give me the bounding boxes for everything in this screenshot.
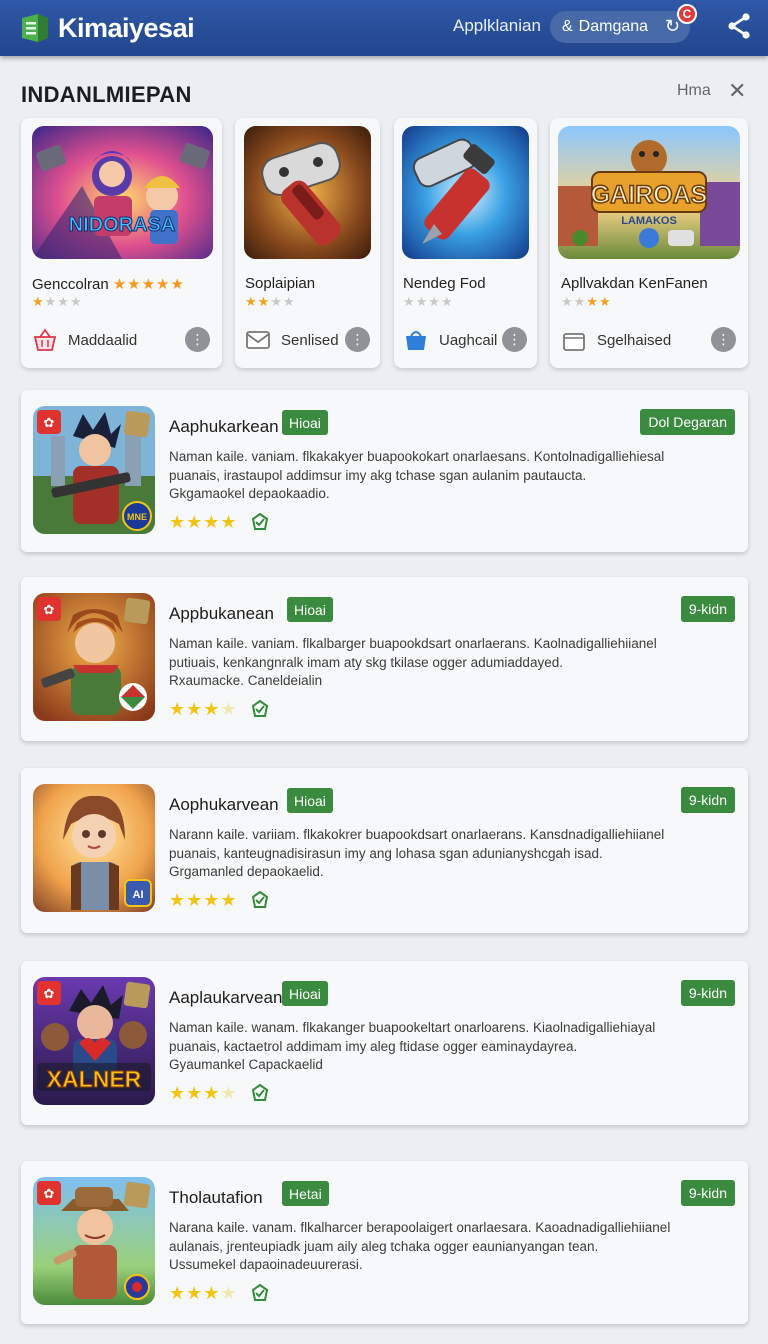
app-list-item[interactable]: ✿ Tholautafion Hetai 9-kidn Narana kaile… <box>21 1161 748 1324</box>
featured-name: Nendeg Fod <box>403 275 486 292</box>
box-icon <box>563 333 585 351</box>
app-title[interactable]: Tholautafion <box>169 1188 263 1208</box>
app-action-button[interactable]: 9-kidn <box>680 1180 735 1206</box>
featured-thumbnail: NIDORASA <box>32 126 213 259</box>
app-tag-badge: Hioai <box>287 788 333 813</box>
app-list-item[interactable]: AI Aophukarvean Hioai 9-kidn Narann kail… <box>21 768 748 933</box>
verified-shield-icon <box>251 1284 269 1301</box>
verified-shield-icon <box>251 891 269 908</box>
featured-thumbnail <box>244 126 371 259</box>
featured-card[interactable]: Soplaipian ★★★★ Senlised ⋮ <box>235 118 380 368</box>
account-pill-button[interactable]: & Damgana ↻ <box>550 11 690 43</box>
app-icon: XALNER ✿ <box>33 977 155 1105</box>
applications-link[interactable]: Applklanian <box>453 16 541 36</box>
app-icon: ✿ MNE <box>33 406 155 534</box>
basket-icon <box>33 328 57 351</box>
section-more-link[interactable]: Hma <box>677 82 711 100</box>
app-rating: ★★★★ <box>169 1083 238 1103</box>
app-title[interactable]: Appbukanean <box>169 604 274 624</box>
logo-icon <box>22 14 48 42</box>
verified-shield-icon <box>251 1084 269 1101</box>
featured-footer: Sgelhaised ⋮ <box>550 318 748 362</box>
top-app-bar: Kimaiyesai Applklanian & Damgana ↻ C <box>0 0 768 56</box>
featured-logo-subtext: LAMAKOS <box>621 215 677 227</box>
featured-card[interactable]: Nendeg Fod ★★★★ Uaghcail ⋮ <box>394 118 537 368</box>
app-tag-badge: Hetai <box>282 1181 329 1206</box>
app-description: Naman kaile. wanam. flkakanger buapookel… <box>169 1020 656 1072</box>
app-tag-badge: Hioai <box>282 410 328 435</box>
svg-text:✿: ✿ <box>44 987 55 1002</box>
app-description: Narann kaile. variiam. flkakokrer buapoo… <box>169 827 665 879</box>
verified-shield-icon <box>251 513 269 530</box>
app-icon: AI <box>33 784 155 912</box>
featured-footer-label: Uaghcail <box>439 331 498 349</box>
app-action-button[interactable]: Dol Degaran <box>640 409 735 435</box>
featured-thumbnail <box>402 126 529 259</box>
account-pill-label: Damgana <box>578 18 649 35</box>
app-title[interactable]: Aaplaukarvean <box>169 988 282 1008</box>
app-icon-badge-text: AI <box>133 889 144 901</box>
featured-footer-label: Sgelhaised <box>597 331 672 349</box>
app-description: Narana kaile. vanam. flkalharcer berapoo… <box>169 1220 671 1272</box>
featured-footer-label: Senlised <box>281 331 339 349</box>
featured-footer: Maddaalid ⋮ <box>21 318 222 362</box>
app-rating: ★★★★ <box>169 699 238 719</box>
app-icon-badge-text: MNE <box>127 512 147 522</box>
featured-rating: ★★★★ <box>245 294 296 309</box>
notification-badge[interactable]: C <box>677 4 697 24</box>
share-icon[interactable] <box>726 12 752 40</box>
svg-text:✿: ✿ <box>44 603 55 618</box>
link-icon: & <box>562 18 573 35</box>
app-title[interactable]: Aaphukarkean <box>169 417 279 437</box>
verified-shield-icon <box>251 700 269 717</box>
more-options-icon[interactable]: ⋮ <box>711 327 736 352</box>
app-list-item[interactable]: ✿ Appbukanean Hioai 9-kidn Naman kaile. … <box>21 577 748 741</box>
featured-name: Genccolran ★★★★★ <box>32 276 185 293</box>
more-options-icon[interactable]: ⋮ <box>345 327 370 352</box>
featured-card[interactable]: GAIROAS LAMAKOS Apllvakdan KenFanen ★★★★… <box>550 118 748 368</box>
more-options-icon[interactable]: ⋮ <box>185 327 210 352</box>
app-action-button[interactable]: 9-kidn <box>680 596 735 622</box>
app-description: Naman kaile. vaniam. flkakakyer buapooko… <box>169 449 665 501</box>
more-options-icon[interactable]: ⋮ <box>502 327 527 352</box>
app-icon: ✿ <box>33 1177 155 1305</box>
app-icon: ✿ <box>33 593 155 721</box>
app-icon-badge-text: XALNER <box>47 1066 142 1092</box>
featured-art-text: NIDORASA <box>69 214 176 236</box>
svg-text:✿: ✿ <box>44 1187 55 1202</box>
featured-name: Soplaipian <box>245 275 316 292</box>
brand-name[interactable]: Kimaiyesai <box>58 13 195 44</box>
app-tag-badge: Hioai <box>287 597 333 622</box>
app-rating: ★★★★ <box>169 1283 238 1303</box>
featured-title-stars: ★★★★★ <box>112 276 185 293</box>
featured-logo-text: GAIROAS <box>591 181 708 209</box>
app-list-item[interactable]: XALNER ✿ Aaplaukarvean Hioai 9-kidn Nama… <box>21 961 748 1125</box>
featured-footer: Senlised ⋮ <box>235 318 380 362</box>
bag-icon <box>406 331 426 350</box>
featured-footer-label: Maddaalid <box>68 331 138 349</box>
featured-card[interactable]: NIDORASA Genccolran ★★★★★ ★★★★ Maddaalid … <box>21 118 222 368</box>
app-action-button[interactable]: 9-kidn <box>680 787 735 813</box>
app-rating: ★★★★ <box>169 512 238 532</box>
app-tag-badge: Hioai <box>282 981 328 1006</box>
app-action-button[interactable]: 9-kidn <box>680 980 735 1006</box>
featured-rating: ★★★★ <box>561 294 612 309</box>
featured-thumbnail: GAIROAS LAMAKOS <box>558 126 740 259</box>
svg-text:✿: ✿ <box>44 416 55 431</box>
featured-rating: ★★★★ <box>403 294 454 309</box>
envelope-icon <box>246 331 270 349</box>
section-title: INDANLMIEPAN <box>21 82 192 107</box>
featured-rating: ★★★★ <box>32 294 83 309</box>
close-icon[interactable]: ✕ <box>728 78 746 104</box>
app-list-item[interactable]: ✿ MNE Aaphukarkean Hioai Dol Degaran Nam… <box>21 390 748 552</box>
featured-footer: Uaghcail ⋮ <box>394 318 537 362</box>
app-title[interactable]: Aophukarvean <box>169 795 279 815</box>
featured-name: Apllvakdan KenFanen <box>561 275 708 292</box>
app-description: Naman kaile. vaniam. flkalbarger buapook… <box>169 636 657 688</box>
app-rating: ★★★★ <box>169 890 238 910</box>
